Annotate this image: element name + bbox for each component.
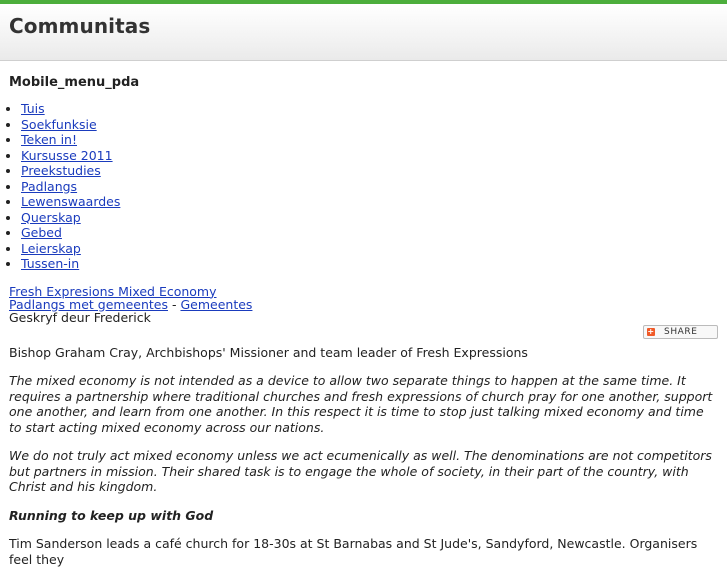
menu-link-preekstudies[interactable]: Preekstudies <box>21 163 101 178</box>
breadcrumb-gemeentes[interactable]: Gemeentes <box>180 297 252 312</box>
menu-item: Teken in! <box>21 132 718 148</box>
menu-item: Tuis <box>21 101 718 117</box>
breadcrumb-separator: - <box>171 296 177 312</box>
menu-link-leierskap[interactable]: Leierskap <box>21 241 81 256</box>
share-button[interactable]: + SHARE <box>643 324 718 339</box>
menu-item: Padlangs <box>21 179 718 195</box>
main-content: Mobile_menu_pda Tuis Soekfunksie Teken i… <box>0 75 727 567</box>
menu-item: Lewenswaardes <box>21 194 718 210</box>
article-quote-2: We do not truly act mixed economy unless… <box>9 448 712 494</box>
site-header: Communitas <box>0 4 727 61</box>
menu-link-tussen-in[interactable]: Tussen-in <box>21 256 79 271</box>
menu-item: Gebed <box>21 225 718 241</box>
menu-item: Tussen-in <box>21 256 718 272</box>
author-line: Geskryf deur Frederick <box>9 309 151 325</box>
menu-link-teken-in[interactable]: Teken in! <box>21 132 77 147</box>
menu-item: Soekfunksie <box>21 117 718 133</box>
menu-link-tuis[interactable]: Tuis <box>21 101 45 116</box>
menu-link-gebed[interactable]: Gebed <box>21 225 62 240</box>
article-subheading: Running to keep up with God <box>9 507 214 523</box>
article-body: Tim Sanderson leads a café church for 18… <box>9 536 698 567</box>
share-row: + SHARE <box>9 324 718 340</box>
menu-link-soekfunksie[interactable]: Soekfunksie <box>21 117 97 132</box>
article-links: Fresh Expresions Mixed Economy Padlangs … <box>9 285 718 324</box>
menu-item: Querskap <box>21 210 718 226</box>
menu-item: Kursusse 2011 <box>21 148 718 164</box>
share-plus-icon: + <box>647 326 655 336</box>
menu-heading: Mobile_menu_pda <box>9 75 140 90</box>
breadcrumb: Padlangs met gemeentes - Gemeentes <box>9 298 718 311</box>
menu-item: Preekstudies <box>21 163 718 179</box>
article-quote-1: The mixed economy is not intended as a d… <box>9 373 713 435</box>
share-label: SHARE <box>664 326 698 337</box>
site-title[interactable]: Communitas <box>9 14 718 38</box>
mobile-menu: Tuis Soekfunksie Teken in! Kursusse 2011… <box>9 101 718 272</box>
menu-link-padlangs[interactable]: Padlangs <box>21 179 77 194</box>
menu-item: Leierskap <box>21 241 718 257</box>
article-intro: Bishop Graham Cray, Archbishops' Mission… <box>9 344 528 360</box>
menu-link-kursusse[interactable]: Kursusse 2011 <box>21 148 113 163</box>
menu-link-querskap[interactable]: Querskap <box>21 210 81 225</box>
menu-link-lewenswaardes[interactable]: Lewenswaardes <box>21 194 120 209</box>
